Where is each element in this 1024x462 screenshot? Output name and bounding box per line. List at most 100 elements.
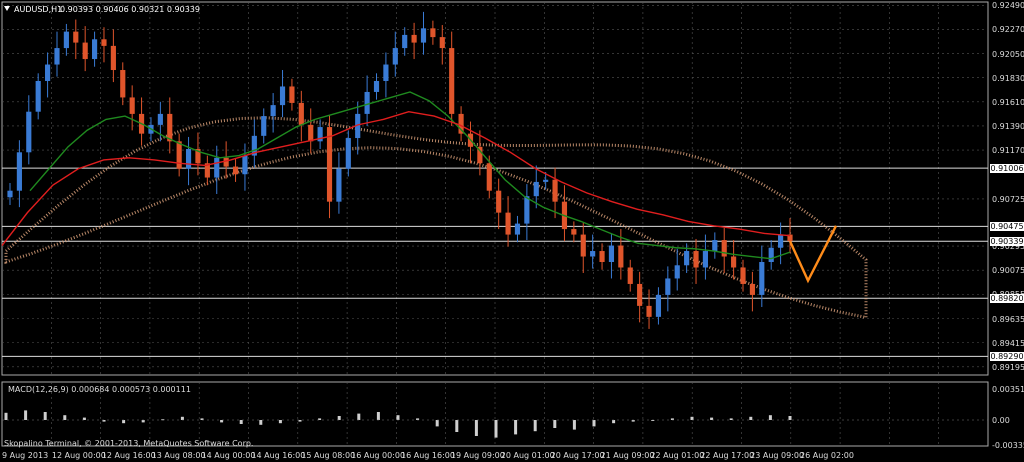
time-axis-label: 9 Aug 2013 (2, 451, 49, 460)
macd-histogram-bar (337, 416, 341, 420)
macd-histogram-bar (533, 420, 537, 432)
macd-histogram-bar (180, 416, 184, 420)
macd-axis-label: 0.003516 (992, 385, 1024, 394)
chart-symbol: AUDUSD,H1 (14, 5, 63, 14)
price-axis-label: 0.89415 (992, 338, 1024, 348)
candle (543, 179, 549, 182)
candle (768, 247, 774, 263)
macd-histogram-bar (494, 420, 498, 438)
candle (449, 48, 455, 114)
macd-histogram-bar (788, 416, 792, 420)
candle (120, 70, 126, 98)
macd-histogram-bar (435, 420, 439, 427)
candle (261, 116, 267, 136)
candle (590, 251, 596, 257)
copyright-text: Skopalino Terminal, © 2001-2013, MetaQuo… (4, 439, 254, 448)
candle (63, 31, 69, 49)
candle (674, 265, 680, 279)
macd-histogram-bar (43, 412, 47, 420)
candle (16, 152, 22, 191)
candle (336, 168, 342, 202)
price-axis-label: 0.92490 (992, 1, 1024, 11)
level-tag: 0.91006 (990, 164, 1024, 174)
macd-histogram-bar (141, 420, 145, 423)
macd-histogram-bar (122, 420, 126, 424)
candle (308, 124, 314, 142)
candle (430, 28, 436, 38)
time-axis-label: 16 Aug 00:00 (351, 451, 406, 460)
level-tag: 0.89820 (990, 294, 1024, 304)
time-axis-label: 16 Aug 16:00 (401, 451, 455, 460)
price-axis-label: 0.90725 (992, 194, 1024, 204)
ichimoku-cloud (4, 116, 868, 320)
macd-axis-label: -0.003352 (992, 441, 1024, 450)
time-axis-label: 12 Aug 16:00 (101, 451, 156, 460)
dropdown-triangle-icon[interactable] (4, 6, 10, 11)
candle (496, 190, 502, 213)
candle (167, 113, 173, 142)
candle (185, 149, 192, 169)
macd-histogram-bar (592, 420, 596, 427)
time-axis-label: 21 Aug 09:00 (600, 451, 655, 460)
candle (420, 28, 427, 43)
candle (110, 45, 116, 71)
candle (740, 267, 746, 284)
candle (571, 229, 577, 235)
macd-histogram-bar (396, 415, 400, 420)
candle (759, 262, 765, 295)
macd-histogram-bar (710, 417, 714, 420)
candle (326, 127, 333, 202)
macd-histogram-bar (220, 420, 224, 423)
candle (73, 31, 79, 43)
time-axis-label: 20 Aug 01:00 (500, 451, 555, 460)
macd-histogram-bar (514, 420, 518, 435)
price-axis-label: 0.90075 (992, 266, 1024, 276)
candle (298, 102, 304, 125)
macd-histogram-bar (357, 413, 361, 420)
candle (627, 267, 633, 284)
candle (749, 283, 755, 295)
macd-histogram-bar (24, 410, 28, 420)
candle (101, 39, 107, 46)
level-tag: 0.89290 (990, 352, 1024, 362)
candle (45, 64, 51, 81)
candle (157, 113, 163, 125)
level-tag: 0.90339 (990, 237, 1024, 247)
candle (514, 223, 521, 235)
time-axis-label: 12 Aug 00:00 (51, 451, 106, 460)
candle (533, 181, 539, 197)
terminal-window: AUDUSD,H1 0.90393 0.90406 0.90321 0.9033… (0, 0, 1024, 462)
candle (345, 138, 351, 169)
candle (618, 245, 624, 268)
candle (129, 97, 135, 114)
time-axis-label: 14 Aug 16:00 (251, 451, 306, 460)
time-axis-label: 20 Aug 17:00 (550, 451, 605, 460)
candle (684, 251, 690, 266)
candle (279, 86, 286, 106)
macd-histogram-bar (749, 416, 753, 420)
candle (270, 105, 276, 117)
macd-histogram-bar (239, 420, 243, 424)
candle (552, 179, 558, 202)
candle (223, 157, 229, 167)
price-axis-label: 0.89195 (992, 362, 1024, 372)
candle (608, 245, 615, 263)
price-axis-label: 0.92050 (992, 49, 1024, 59)
candle (82, 42, 88, 60)
candle (486, 163, 492, 191)
candle (54, 48, 60, 65)
candle (655, 294, 662, 317)
candle (232, 166, 239, 175)
candle (599, 251, 605, 263)
macd-histogram-bar (82, 417, 86, 420)
forecast-path (788, 225, 838, 284)
macd-histogram-bar (612, 420, 616, 424)
candle (91, 39, 98, 60)
candle (373, 80, 380, 92)
time-axis-label: 22 Aug 01:00 (650, 451, 705, 460)
time-axis-label: 15 Aug 08:00 (301, 451, 356, 460)
macd-histogram-bar (474, 420, 478, 436)
candle (637, 283, 643, 306)
level-tag: 0.90475 (990, 222, 1024, 232)
price-axis-label: 0.91170 (992, 146, 1024, 156)
